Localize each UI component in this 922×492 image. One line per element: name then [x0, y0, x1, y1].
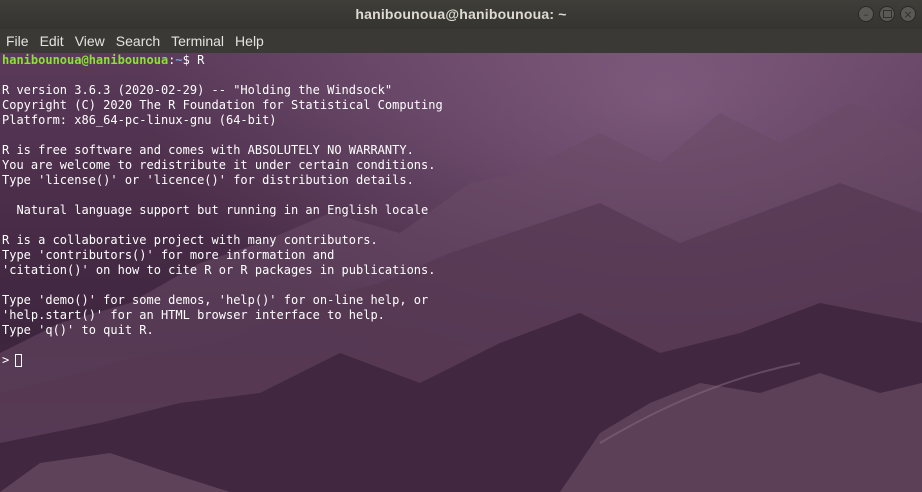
menu-file[interactable]: File [6, 31, 29, 51]
menu-bar: File Edit View Search Terminal Help [0, 29, 922, 53]
minimize-button[interactable]: – [858, 6, 874, 22]
output-line: Type 'demo()' for some demos, 'help()' f… [2, 293, 429, 307]
title-bar[interactable]: hanibounoua@hanibounoua: ~ – × [0, 0, 922, 29]
prompt-symbol: $ [182, 53, 198, 67]
minimize-icon: – [863, 7, 869, 21]
output-line: R version 3.6.3 (2020-02-29) -- "Holding… [2, 83, 393, 97]
terminal-area[interactable]: hanibounoua@hanibounoua:~$ R R version 3.… [0, 53, 922, 492]
output-line: 'help.start()' for an HTML browser inter… [2, 308, 385, 322]
output-line: Copyright (C) 2020 The R Foundation for … [2, 98, 443, 112]
terminal-window: hanibounoua@hanibounoua: ~ – × File Edit… [0, 0, 922, 492]
output-line: Natural language support but running in … [2, 203, 429, 217]
prompt-command: R [197, 53, 205, 67]
r-prompt: > [2, 353, 10, 367]
maximize-icon [882, 10, 892, 18]
menu-edit[interactable]: Edit [40, 31, 64, 51]
shell-prompt-line: hanibounoua@hanibounoua:~$ R [2, 53, 443, 68]
close-button[interactable]: × [900, 6, 916, 22]
output-line: You are welcome to redistribute it under… [2, 158, 436, 172]
terminal-output: hanibounoua@hanibounoua:~$ R R version 3.… [2, 53, 443, 368]
prompt-user-host: hanibounoua@hanibounoua [2, 53, 169, 67]
output-line: R is free software and comes with ABSOLU… [2, 143, 414, 157]
output-line: Type 'q()' to quit R. [2, 323, 154, 337]
menu-search[interactable]: Search [116, 31, 160, 51]
output-line: Type 'license()' or 'licence()' for dist… [2, 173, 414, 187]
output-line: 'citation()' on how to cite R or R packa… [2, 263, 436, 277]
output-line: Type 'contributors()' for more informati… [2, 248, 335, 262]
text-cursor [15, 354, 23, 367]
output-line: R is a collaborative project with many c… [2, 233, 378, 247]
output-line: Platform: x86_64-pc-linux-gnu (64-bit) [2, 113, 277, 127]
close-icon: × [903, 7, 913, 21]
menu-help[interactable]: Help [235, 31, 264, 51]
maximize-button[interactable] [879, 6, 895, 22]
menu-view[interactable]: View [75, 31, 105, 51]
menu-terminal[interactable]: Terminal [171, 31, 224, 51]
r-prompt-line[interactable]: > [2, 353, 443, 368]
prompt-path: ~ [175, 53, 183, 67]
window-title: hanibounoua@hanibounoua: ~ [355, 6, 567, 22]
